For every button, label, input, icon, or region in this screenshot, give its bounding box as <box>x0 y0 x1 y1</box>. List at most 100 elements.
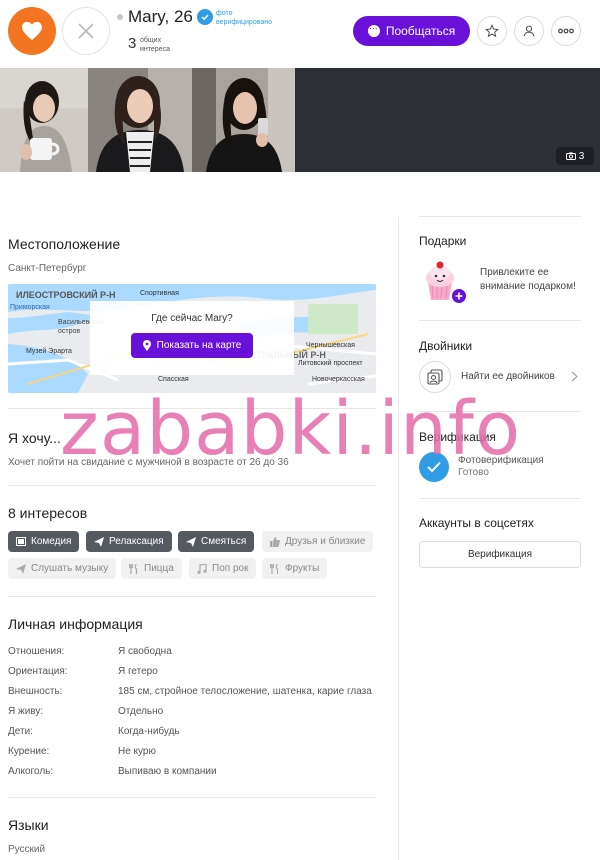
map-label: Музей Эрарта <box>26 348 72 355</box>
info-label: Отношения: <box>8 646 65 657</box>
like-button[interactable] <box>8 7 56 55</box>
info-value: Не курю <box>118 746 156 757</box>
twins-title: Двойники <box>419 339 473 353</box>
wants-text: Хочет пойти на свидание с мужчиной в воз… <box>8 457 289 468</box>
map-pin-icon <box>142 340 151 351</box>
divider <box>8 797 376 798</box>
favorite-button[interactable] <box>477 16 507 46</box>
more-dots-icon <box>558 28 574 34</box>
map-label: Приморская <box>10 304 50 311</box>
profile-photo-3[interactable] <box>192 68 295 172</box>
profile-header: Mary, 26 фото верифицировано 3 общих инт… <box>0 0 600 68</box>
info-value: Выпиваю в компании <box>118 766 217 777</box>
interest-chip[interactable]: Релаксация <box>86 531 172 552</box>
dislike-button[interactable] <box>62 7 110 55</box>
interest-chip[interactable]: Слушать музыку <box>8 558 117 579</box>
fork-knife-icon <box>270 563 279 574</box>
interest-chip[interactable]: Друзья и близкие <box>262 531 374 552</box>
music-note-icon <box>197 563 207 574</box>
twins-text: Найти ее двойников <box>461 371 555 382</box>
gifts-text: Привлеките ее внимание подарком! <box>480 267 576 292</box>
divider <box>419 498 581 499</box>
divider <box>419 320 581 321</box>
interest-label: Смеяться <box>201 536 247 547</box>
info-label: Дети: <box>8 726 33 737</box>
divider <box>8 408 376 409</box>
chat-button-label: Пообщаться <box>385 24 456 38</box>
chevron-right-icon <box>571 371 578 382</box>
map-question: Где сейчас Mary? <box>151 313 233 324</box>
more-button[interactable] <box>551 16 581 46</box>
verified-label: фото верифицировано <box>216 10 273 26</box>
interests-title: 8 интересов <box>8 505 88 521</box>
wants-title: Я хочу... <box>8 430 61 446</box>
social-accounts-title: Аккаунты в соцсетях <box>419 516 534 530</box>
divider <box>8 596 376 597</box>
map-label: Спортивная <box>140 290 179 297</box>
info-label: Курение: <box>8 746 50 757</box>
interest-chip[interactable]: Комедия <box>8 531 80 552</box>
chat-bubble-icon <box>367 21 380 37</box>
divider <box>419 411 581 412</box>
profile-photo-1[interactable] <box>0 68 88 172</box>
info-label: Алкоголь: <box>8 766 54 777</box>
paper-plane-icon <box>186 536 196 547</box>
profile-photo-2[interactable] <box>88 68 192 172</box>
fork-knife-icon <box>129 563 138 574</box>
location-title: Местоположение <box>8 236 121 252</box>
photo-verification-status: Готово <box>458 467 489 478</box>
interest-label: Фрукты <box>285 563 320 574</box>
interest-chip[interactable]: Пицца <box>121 558 182 579</box>
languages-title: Языки <box>8 817 49 833</box>
info-value: Я гетеро <box>118 666 158 677</box>
profile-name: Mary, 26 <box>128 7 193 26</box>
interest-label: Поп рок <box>212 563 249 574</box>
verified-check-icon <box>197 9 213 25</box>
social-verification-button[interactable]: Верификация <box>419 541 581 568</box>
star-icon <box>485 24 499 38</box>
divider <box>419 216 581 217</box>
paper-plane-icon <box>16 563 26 574</box>
info-value: Когда-нибудь <box>118 726 180 737</box>
divider <box>8 485 376 486</box>
close-icon <box>78 23 94 39</box>
status-dot <box>117 14 123 20</box>
map-overlay-card: Где сейчас Mary? Показать на карте <box>90 301 294 375</box>
interest-label: Слушать музыку <box>31 563 109 574</box>
location-city: Санкт-Петербург <box>8 263 87 274</box>
photo-strip: 3 <box>0 68 600 172</box>
info-label: Ориентация: <box>8 666 68 677</box>
photo-count: 3 <box>578 150 585 162</box>
interest-chip[interactable]: Поп рок <box>189 558 257 579</box>
interest-label: Пицца <box>144 563 174 574</box>
chat-button[interactable]: Пообщаться <box>353 16 470 46</box>
personal-info-title: Личная информация <box>8 616 143 632</box>
show-on-map-button[interactable]: Показать на карте <box>131 333 253 358</box>
show-on-map-label: Показать на карте <box>156 340 242 351</box>
map-label: Литовский проспект <box>298 360 363 367</box>
interest-label: Друзья и близкие <box>285 536 366 547</box>
heart-icon <box>22 21 42 41</box>
common-interests-count: 3 <box>128 35 137 52</box>
thumbs-up-icon <box>270 536 280 547</box>
interest-label: Комедия <box>31 536 72 547</box>
interest-label: Релаксация <box>109 536 164 547</box>
gift-cupcake-icon[interactable] <box>422 258 466 304</box>
map-label: Чернышевская <box>306 342 355 349</box>
gifts-title: Подарки <box>419 234 467 248</box>
info-value: Я свободна <box>118 646 172 657</box>
interest-chip[interactable]: Фрукты <box>262 558 328 579</box>
interest-chip[interactable]: Смеяться <box>178 531 255 552</box>
verification-title: Верификация <box>419 430 496 444</box>
profile-button[interactable] <box>514 16 544 46</box>
camera-icon <box>565 152 576 160</box>
film-icon <box>16 537 26 546</box>
photo-count-badge[interactable]: 3 <box>556 147 594 165</box>
column-divider <box>398 217 399 860</box>
map-label: Спасская <box>158 376 189 383</box>
location-map[interactable]: ИЛЕОСТРОВСКИЙ Р-Н Спортивная Приморская … <box>8 284 376 393</box>
find-twins-link[interactable]: Найти ее двойников <box>419 361 581 393</box>
twins-icon <box>419 361 451 393</box>
common-interests-label: общих интереса <box>140 37 170 53</box>
info-label: Я живу: <box>8 706 44 717</box>
